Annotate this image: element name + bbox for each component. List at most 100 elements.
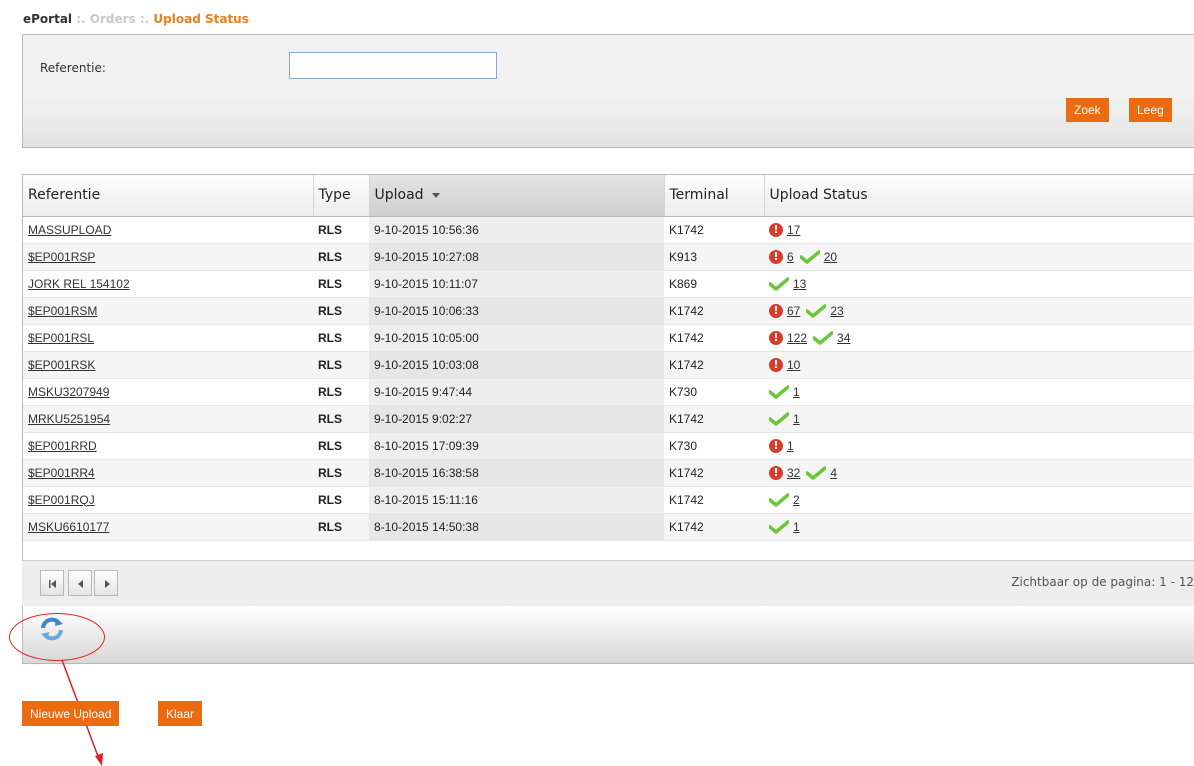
ok-count-link[interactable]: 2 — [793, 493, 800, 507]
cell-upload: 9-10-2015 10:05:00 — [369, 324, 664, 352]
breadcrumb-orders[interactable]: Orders — [90, 12, 136, 26]
grid-footer-bar — [22, 606, 1194, 664]
status-group: ! 6 20 — [769, 249, 1194, 264]
cell-upload-status: ! 67 23 — [764, 297, 1194, 325]
referentie-link[interactable]: $EP001RQJ — [28, 493, 95, 507]
error-icon: ! — [769, 438, 783, 453]
cell-type: RLS — [313, 432, 369, 460]
cell-type: RLS — [313, 270, 369, 298]
checkmark-icon — [769, 384, 789, 399]
cell-type: RLS — [313, 297, 369, 325]
error-count-link[interactable]: 6 — [787, 250, 794, 264]
referentie-link[interactable]: MSKU3207949 — [28, 385, 109, 399]
column-header-label: Upload — [374, 187, 424, 204]
column-header-label: Type — [318, 187, 351, 204]
cell-upload-status: ! 122 34 — [764, 324, 1194, 352]
referentie-link[interactable]: $EP001RRD — [28, 439, 97, 453]
ok-count-link[interactable]: 34 — [837, 331, 850, 345]
table-row: MRKU5251954 RLS 9-10-2015 9:02:27 K1742 1 — [23, 405, 1194, 433]
cell-upload-status: ! 10 — [764, 351, 1194, 379]
error-count-link[interactable]: 1 — [787, 439, 794, 453]
status-group: ! 10 — [769, 357, 1194, 372]
done-button[interactable]: Klaar — [158, 701, 203, 726]
table-row: MSKU3207949 RLS 9-10-2015 9:47:44 K730 1 — [23, 378, 1194, 406]
cell-upload-status: ! 6 20 — [764, 243, 1194, 271]
error-count-link[interactable]: 32 — [787, 466, 800, 480]
referentie-label: Referentie: — [40, 61, 106, 75]
new-upload-button[interactable]: Nieuwe Upload — [22, 701, 120, 726]
ok-count-link[interactable]: 1 — [793, 520, 800, 534]
error-icon: ! — [769, 465, 783, 480]
ok-count-link[interactable]: 1 — [793, 385, 800, 399]
cell-type: RLS — [313, 243, 369, 271]
referentie-link[interactable]: MASSUPLOAD — [28, 223, 111, 237]
ok-count-link[interactable]: 23 — [830, 304, 843, 318]
cell-referentie: $EP001RRD — [23, 432, 313, 460]
referentie-link[interactable]: JORK REL 154102 — [28, 277, 130, 291]
checkmark-icon — [799, 249, 820, 264]
error-count-link[interactable]: 67 — [787, 304, 800, 318]
column-header-type[interactable]: Type — [313, 175, 370, 217]
table-row: $EP001RSP RLS 9-10-2015 10:27:08 K913! 6 20 — [23, 243, 1194, 271]
referentie-input[interactable] — [289, 52, 497, 79]
table-row: MSKU6610177 RLS 8-10-2015 14:50:38 K1742 1 — [23, 513, 1194, 541]
column-header-upload-status[interactable]: Upload Status — [764, 175, 1194, 217]
table-row: $EP001RQJ RLS 8-10-2015 15:11:16 K1742 2 — [23, 486, 1194, 514]
referentie-link[interactable]: MRKU5251954 — [28, 412, 110, 426]
column-header-upload[interactable]: Upload — [369, 175, 665, 217]
cell-upload: 9-10-2015 10:06:33 — [369, 297, 664, 325]
error-count-link[interactable]: 10 — [787, 358, 800, 372]
cell-upload-status: ! 17 — [764, 216, 1194, 244]
cell-upload-status: 1 — [764, 405, 1194, 433]
error-count-link[interactable]: 17 — [787, 223, 800, 237]
search-button[interactable]: Zoek — [1066, 98, 1109, 122]
table-row: JORK REL 154102 RLS 9-10-2015 10:11:07 K869… — [23, 270, 1194, 298]
table-row: $EP001RR4 RLS 8-10-2015 16:38:58 K1742! 32 4 — [23, 459, 1194, 487]
cell-referentie: $EP001RSL — [23, 324, 313, 352]
cell-type: RLS — [313, 216, 369, 244]
referentie-link[interactable]: $EP001RR4 — [28, 466, 95, 480]
cell-upload-status: ! 32 4 — [764, 459, 1194, 487]
next-page-button[interactable] — [94, 570, 118, 596]
checkmark-icon — [769, 411, 789, 426]
cell-terminal: K730 — [664, 378, 764, 406]
column-header-label: Terminal — [669, 187, 729, 204]
error-icon: ! — [769, 222, 783, 237]
next-page-icon — [105, 580, 110, 588]
referentie-link[interactable]: $EP001RSP — [28, 250, 95, 264]
error-count-link[interactable]: 122 — [787, 331, 807, 345]
cell-type: RLS — [313, 351, 369, 379]
table-row: $EP001RSK RLS 9-10-2015 10:03:08 K1742! 10 — [23, 351, 1194, 379]
referentie-link[interactable]: $EP001RSL — [28, 331, 94, 345]
clear-button[interactable]: Leeg — [1129, 98, 1172, 122]
cell-upload: 8-10-2015 15:11:16 — [369, 486, 664, 514]
status-group: ! 1 — [769, 438, 1194, 453]
pager: Zichtbaar op de pagina: 1 - 12 — [22, 560, 1194, 606]
breadcrumb-root[interactable]: ePortal — [23, 12, 72, 26]
checkmark-icon — [769, 519, 789, 534]
first-page-button[interactable] — [40, 570, 64, 596]
cell-upload-status: 1 — [764, 513, 1194, 541]
breadcrumb-separator: :. — [72, 12, 90, 26]
ok-count-link[interactable]: 1 — [793, 412, 800, 426]
status-group: 1 — [769, 520, 1194, 534]
cell-upload-status: ! 1 — [764, 432, 1194, 460]
referentie-link[interactable]: $EP001RSK — [28, 358, 95, 372]
cell-upload: 8-10-2015 16:38:58 — [369, 459, 664, 487]
cell-referentie: $EP001RSM — [23, 297, 313, 325]
prev-page-button[interactable] — [68, 570, 92, 596]
status-group: ! 122 34 — [769, 330, 1194, 345]
cell-referentie: JORK REL 154102 — [23, 270, 313, 298]
error-icon: ! — [769, 249, 783, 264]
column-header-terminal[interactable]: Terminal — [664, 175, 765, 217]
ok-count-link[interactable]: 13 — [793, 277, 806, 291]
cell-terminal: K1742 — [664, 216, 764, 244]
referentie-link[interactable]: MSKU6610177 — [28, 520, 109, 534]
ok-count-link[interactable]: 4 — [830, 466, 837, 480]
referentie-link[interactable]: $EP001RSM — [28, 304, 97, 318]
table-row: $EP001RSL RLS 9-10-2015 10:05:00 K1742! 122 3… — [23, 324, 1194, 352]
first-page-icon — [49, 580, 56, 588]
column-header-referentie[interactable]: Referentie — [23, 175, 314, 217]
cell-type: RLS — [313, 378, 369, 406]
ok-count-link[interactable]: 20 — [824, 250, 837, 264]
